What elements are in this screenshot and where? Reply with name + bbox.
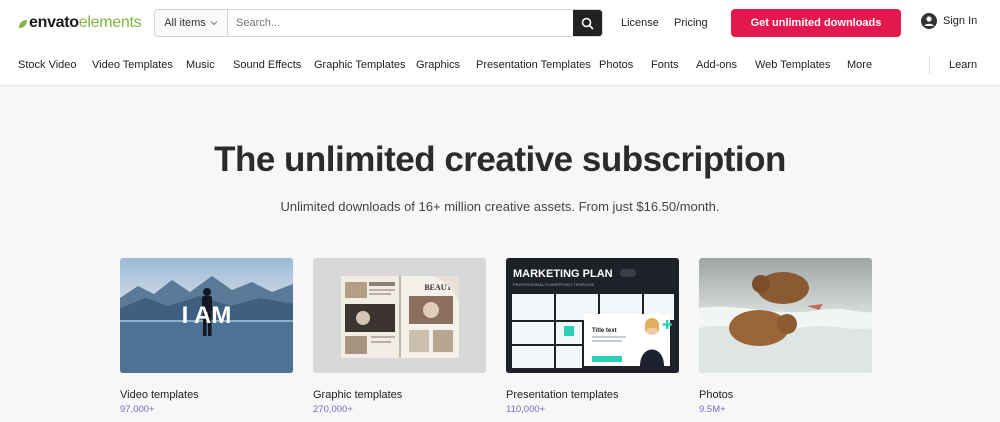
- search-bar: All items: [154, 9, 603, 37]
- search-category-select[interactable]: All items: [155, 10, 228, 36]
- top-header: envatoelements All items License Pricing…: [0, 0, 1000, 46]
- nav-item-add-ons[interactable]: Add-ons: [696, 59, 737, 71]
- nav-item-music[interactable]: Music: [186, 59, 215, 71]
- nav-item-more[interactable]: More: [847, 59, 872, 71]
- envato-elements-logo[interactable]: envato elements: [18, 13, 142, 33]
- sign-in-link[interactable]: Sign In: [921, 13, 977, 29]
- video-templates-thumbnail: I AM: [120, 258, 293, 373]
- logo-text-elements: elements: [78, 14, 142, 31]
- bears-waterfall-image: [699, 272, 872, 373]
- nav-item-learn[interactable]: Learn: [949, 59, 977, 71]
- user-avatar-icon: [921, 13, 937, 29]
- magazine-mockup-image: BEAUTY: [313, 258, 486, 373]
- category-card-presentation-templates[interactable]: MARKETING PLAN PROFESSIONAL POWERPOINT T…: [506, 258, 679, 415]
- card-count: 270,000+: [313, 404, 353, 415]
- card-count: 9.5M+: [699, 404, 726, 415]
- card-title: Photos: [699, 389, 734, 401]
- nav-item-stock-video[interactable]: Stock Video: [18, 59, 77, 71]
- nav-item-presentation-templates[interactable]: Presentation Templates: [476, 59, 591, 71]
- search-button[interactable]: [573, 10, 602, 36]
- nav-item-fonts[interactable]: Fonts: [651, 59, 679, 71]
- mountain-lake-image: I AM: [120, 276, 293, 373]
- nav-item-sound-effects[interactable]: Sound Effects: [233, 59, 301, 71]
- pricing-link[interactable]: Pricing: [674, 17, 708, 29]
- license-link[interactable]: License: [621, 17, 659, 29]
- get-unlimited-downloads-button[interactable]: Get unlimited downloads: [731, 9, 901, 37]
- presentation-overlay-subtitle: PROFESSIONAL POWERPOINT TEMPLATE: [513, 282, 595, 287]
- nav-item-photos[interactable]: Photos: [599, 59, 633, 71]
- leaf-icon: [19, 20, 27, 28]
- card-title: Presentation templates: [506, 389, 619, 401]
- hero-title: The unlimited creative subscription: [214, 140, 786, 179]
- graphic-templates-thumbnail: BEAUTY: [313, 258, 486, 373]
- nav-divider: [929, 56, 930, 74]
- card-count: 97,000+: [120, 404, 155, 415]
- search-category-label: All items: [164, 17, 206, 29]
- category-nav: Stock Video Video Templates Music Sound …: [0, 46, 1000, 86]
- presentation-overlay-title: MARKETING PLAN: [513, 268, 613, 280]
- chevron-down-icon: [210, 21, 218, 26]
- search-icon: [581, 17, 594, 30]
- presentation-templates-thumbnail: MARKETING PLAN PROFESSIONAL POWERPOINT T…: [506, 258, 679, 373]
- sign-in-label: Sign In: [943, 15, 978, 27]
- category-card-video-templates[interactable]: I AM Video templates 97,000+: [120, 258, 293, 415]
- presentation-box-text: Title text: [592, 328, 617, 334]
- hero-subtitle: Unlimited downloads of 16+ million creat…: [280, 199, 720, 214]
- nav-item-web-templates[interactable]: Web Templates: [755, 59, 830, 71]
- logo-text-envato: envato: [29, 14, 79, 31]
- card-title: Graphic templates: [313, 389, 403, 401]
- nav-item-graphic-templates[interactable]: Graphic Templates: [314, 59, 406, 71]
- category-card-graphic-templates[interactable]: BEAUTY Graphic templates 270,000+: [313, 258, 486, 415]
- slide-deck-image: MARKETING PLAN PROFESSIONAL POWERPOINT T…: [506, 258, 679, 373]
- search-input[interactable]: [228, 10, 573, 36]
- video-overlay-text: I AM: [182, 302, 232, 329]
- photos-thumbnail: [699, 258, 872, 373]
- nav-item-video-templates[interactable]: Video Templates: [92, 59, 173, 71]
- card-title: Video templates: [120, 389, 199, 401]
- category-card-photos[interactable]: Photos 9.5M+: [699, 258, 872, 415]
- card-count: 110,000+: [506, 404, 546, 415]
- nav-item-graphics[interactable]: Graphics: [416, 59, 460, 71]
